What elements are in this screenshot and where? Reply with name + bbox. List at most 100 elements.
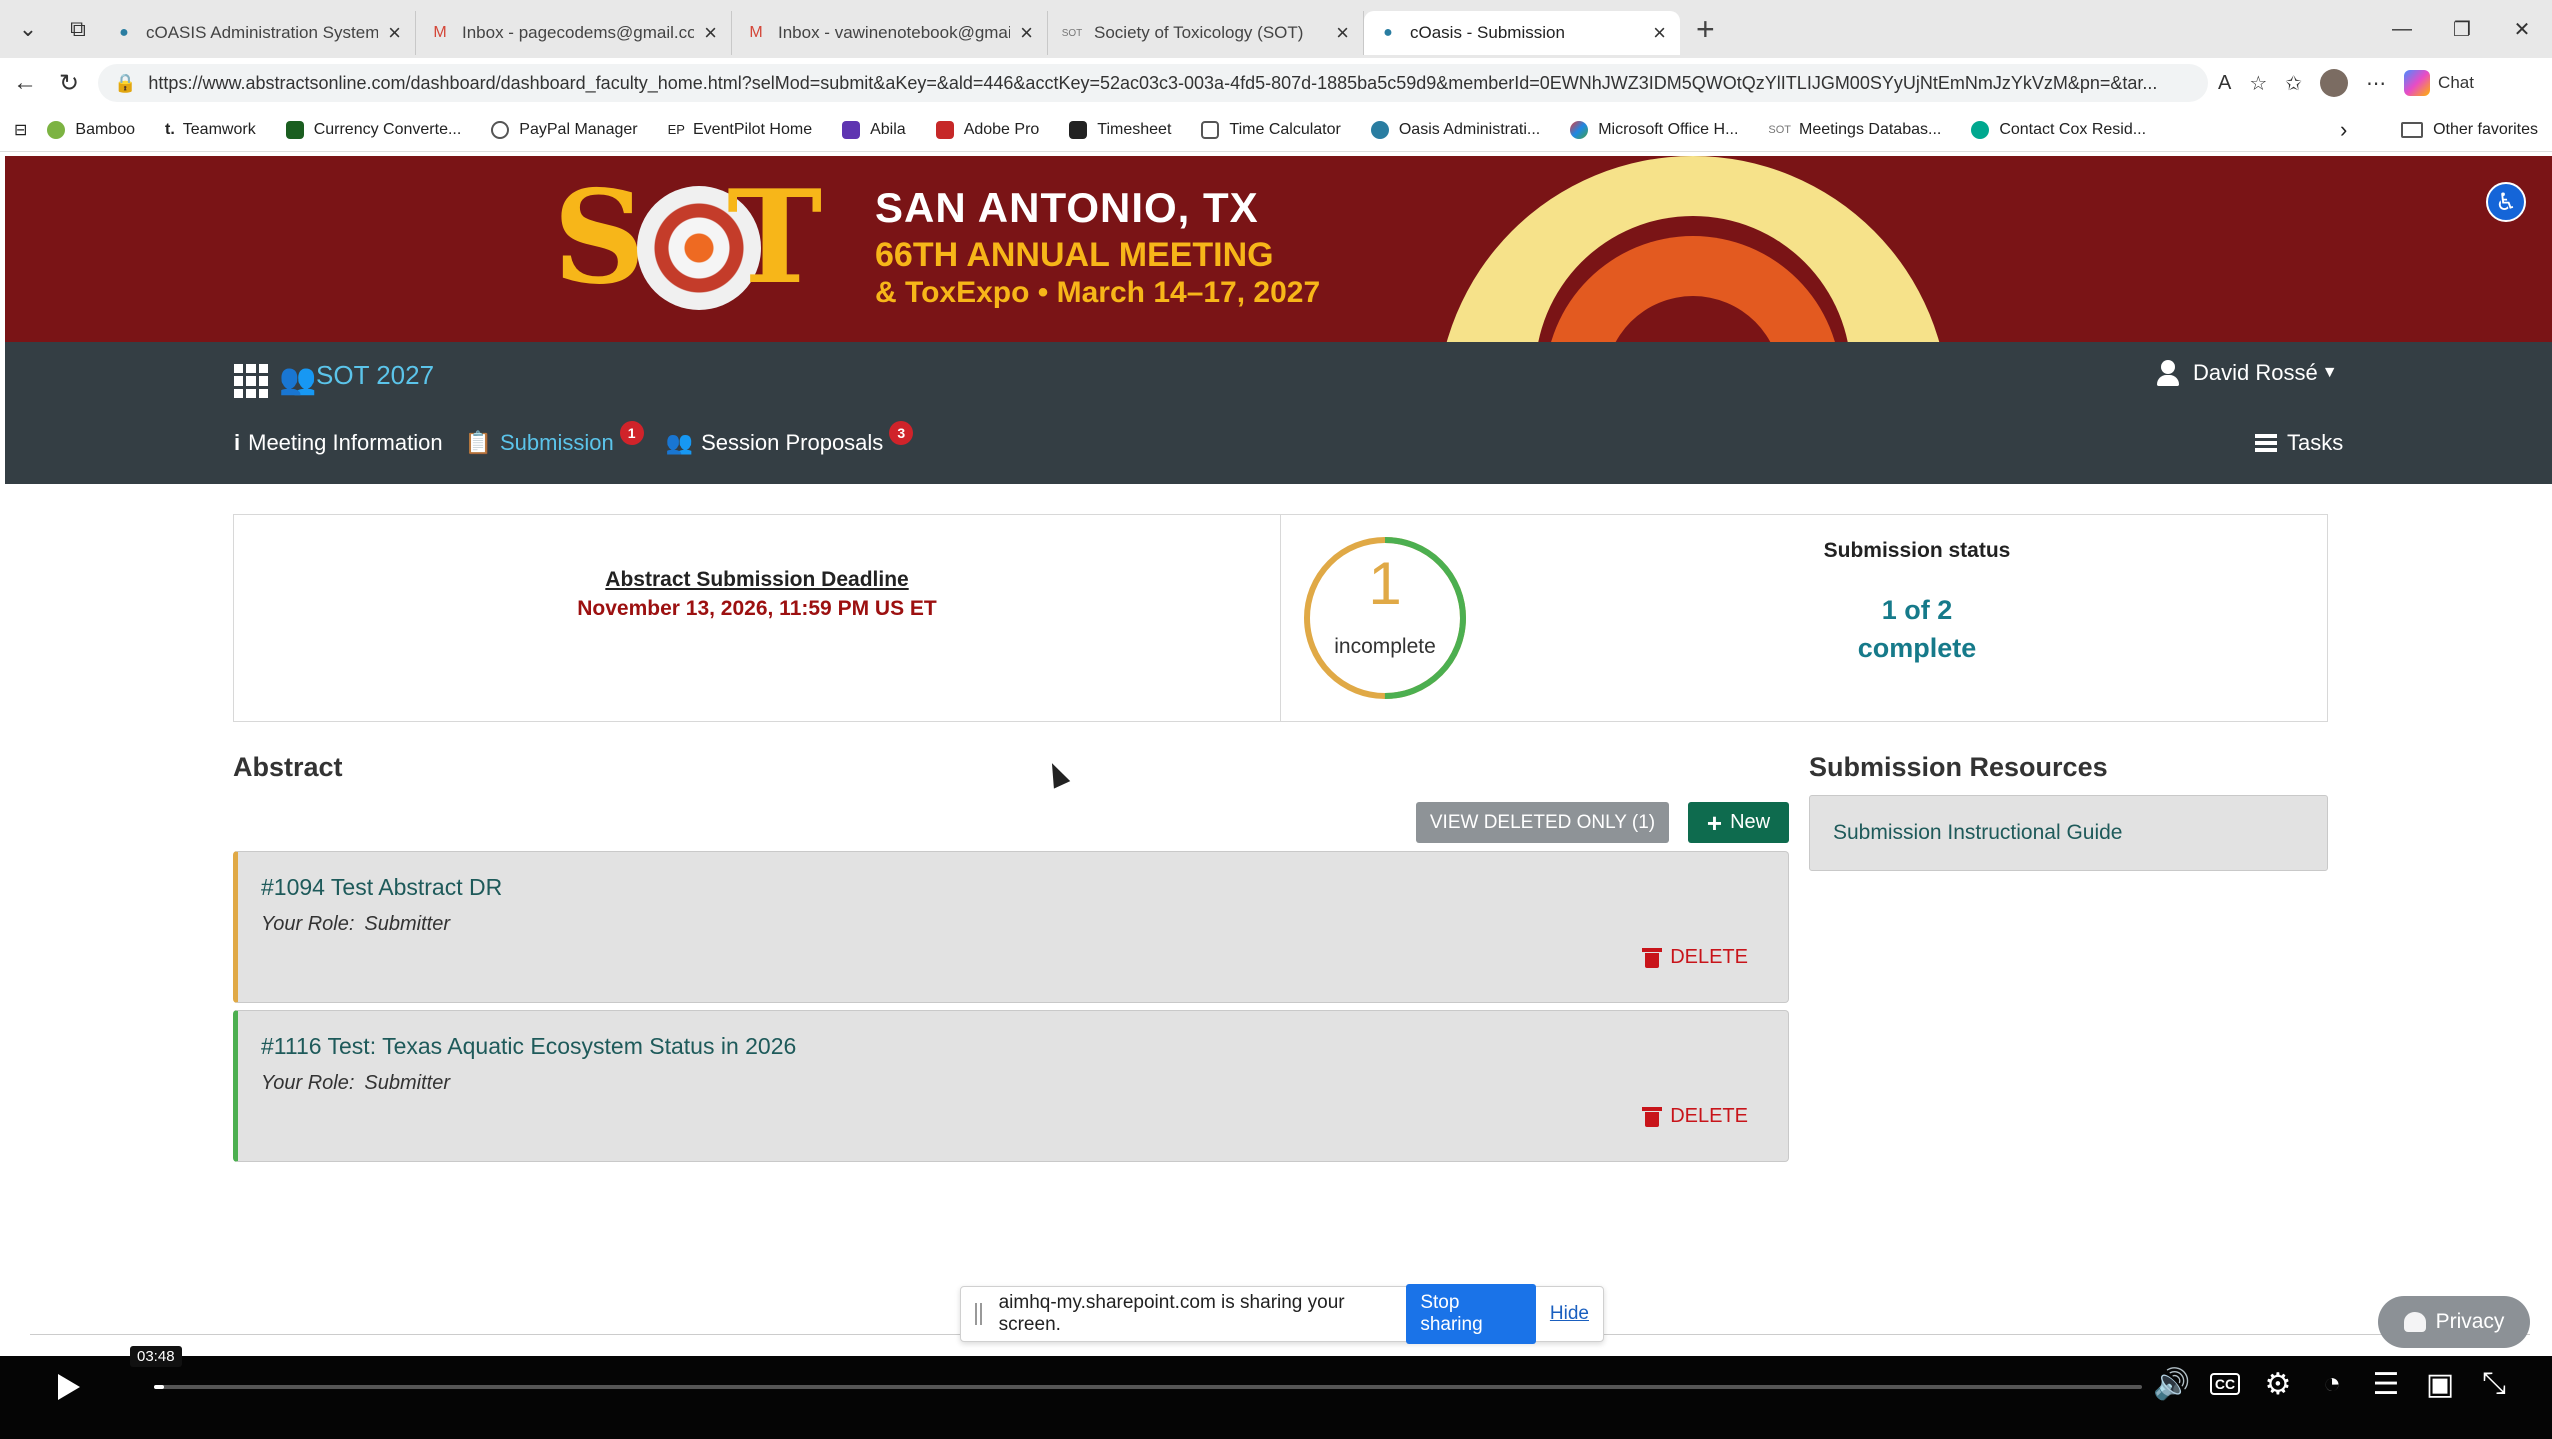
bookmarks-menu-icon[interactable]: ⊟ xyxy=(14,120,27,140)
privacy-button[interactable]: Privacy xyxy=(2378,1296,2530,1348)
back-arrow-icon[interactable]: ← xyxy=(6,69,44,97)
nav-submission[interactable]: 📋 Submission 1 xyxy=(464,421,644,456)
video-progress-bar[interactable] xyxy=(154,1385,2142,1389)
url-field[interactable]: 🔒 https://www.abstractsonline.com/dashbo… xyxy=(98,64,2208,102)
abstract-title-link[interactable]: #1116 Test: Texas Aquatic Ecosystem Stat… xyxy=(261,1033,796,1060)
deadline-date: November 13, 2026, 11:59 PM US ET xyxy=(577,597,937,620)
reload-icon[interactable]: ↻ xyxy=(50,69,88,98)
close-icon[interactable]: × xyxy=(704,20,717,46)
adobe-icon xyxy=(935,120,954,139)
coasis-icon: ● xyxy=(1383,24,1393,41)
coasis-icon: ● xyxy=(119,24,129,41)
play-icon[interactable] xyxy=(58,1374,80,1400)
settings-gear-icon[interactable]: ⚙ xyxy=(2262,1366,2294,1402)
site-info-icon[interactable]: 🔒 xyxy=(114,73,136,94)
abstract-role: Your Role: Submitter xyxy=(261,913,450,935)
drag-handle-icon[interactable] xyxy=(975,1303,983,1325)
browser-tab-coasis-admin[interactable]: ● cOASIS Administration System × xyxy=(100,11,416,55)
toolbar-icons: A ☆ ✩ ⋯ Chat xyxy=(2218,69,2474,97)
bookmark-meetings-database[interactable]: SOT Meetings Databas... xyxy=(1768,121,1941,139)
bookmark-bamboo[interactable]: Bamboo xyxy=(47,120,135,139)
window-controls: — ❐ ✕ xyxy=(2372,0,2552,58)
restore-icon[interactable]: ❐ xyxy=(2432,0,2492,58)
playback-speed-icon[interactable]: ◔ xyxy=(2316,1366,2348,1402)
calculator-icon xyxy=(1201,120,1220,139)
user-menu[interactable]: David Rossé ▼ xyxy=(2157,360,2338,386)
browser-tab-inbox-vawinenotebook[interactable]: M Inbox - vawinenotebook@gmail.co × xyxy=(732,11,1048,55)
read-aloud-icon[interactable]: A xyxy=(2218,72,2231,95)
close-icon[interactable]: × xyxy=(1020,20,1033,46)
bookmark-contact-cox[interactable]: Contact Cox Resid... xyxy=(1971,120,2146,139)
chevron-right-icon[interactable]: › xyxy=(2340,117,2347,143)
instructional-guide-link[interactable]: Submission Instructional Guide xyxy=(1833,821,2122,845)
workspaces-icon[interactable]: ⧉ xyxy=(56,7,100,51)
sot-icon: SOT xyxy=(1768,123,1792,136)
minimize-icon[interactable]: — xyxy=(2372,0,2432,58)
tab-title: Inbox - vawinenotebook@gmail.co xyxy=(778,23,1011,42)
bookmark-oasis-admin[interactable]: Oasis Administrati... xyxy=(1370,120,1540,139)
close-icon[interactable]: × xyxy=(388,20,401,46)
more-menu-icon[interactable]: ⋯ xyxy=(2366,71,2386,96)
bookmark-adobe-pro[interactable]: Adobe Pro xyxy=(935,120,1039,139)
clipboard-icon: 📋 xyxy=(464,430,492,455)
abstract-title-link[interactable]: #1094 Test Abstract DR xyxy=(261,874,502,901)
close-icon[interactable]: × xyxy=(1336,20,1349,46)
new-tab-plus-icon[interactable]: + xyxy=(1696,11,1715,48)
playlist-icon[interactable]: ☰ xyxy=(2370,1366,2402,1402)
favorite-star-icon[interactable]: ☆ xyxy=(2249,71,2267,96)
users-icon: 👥 xyxy=(279,363,317,396)
bookmark-currency-converter[interactable]: Currency Converte... xyxy=(285,120,461,139)
picture-in-picture-icon[interactable]: ▣ xyxy=(2424,1366,2456,1402)
close-icon[interactable]: × xyxy=(1653,20,1666,46)
bookmark-abila[interactable]: Abila xyxy=(842,120,906,139)
copilot-chat-button[interactable]: Chat xyxy=(2404,70,2474,96)
profile-avatar[interactable] xyxy=(2320,69,2349,97)
delete-abstract-button[interactable]: DELETE xyxy=(1642,946,1748,969)
bookmark-microsoft-office[interactable]: Microsoft Office H... xyxy=(1570,120,1738,139)
abstract-heading: Abstract xyxy=(233,752,343,782)
favorites-list-icon[interactable]: ✩ xyxy=(2285,71,2302,96)
module-tabs: i Meeting Information 📋 Submission 1 👥 S… xyxy=(234,421,935,456)
tab-title: cOASIS Administration System xyxy=(146,23,379,42)
app-navigation: 👥 SOT 2027 David Rossé ▼ i Meeting Infor… xyxy=(5,342,2552,484)
bookmark-paypal-manager[interactable]: PayPal Manager xyxy=(491,120,638,139)
screen-share-bar: aimhq-my.sharepoint.com is sharing your … xyxy=(960,1284,1604,1344)
apps-grid-icon[interactable] xyxy=(234,364,268,398)
chat-label: Chat xyxy=(2438,73,2474,92)
bookmark-timesheet[interactable]: Timesheet xyxy=(1069,120,1171,139)
gmail-icon: M xyxy=(749,24,763,41)
tasks-link[interactable]: Tasks xyxy=(2255,430,2343,456)
captions-icon[interactable]: CC xyxy=(2210,1373,2240,1395)
meeting-title-link[interactable]: SOT 2027 xyxy=(316,360,434,391)
browser-tab-sot[interactable]: SOT Society of Toxicology (SOT) × xyxy=(1048,11,1364,55)
volume-icon[interactable]: 🔊 xyxy=(2153,1366,2190,1402)
privacy-icon xyxy=(2403,1312,2426,1332)
incomplete-label: incomplete xyxy=(1334,635,1436,658)
mouse-cursor-icon xyxy=(1043,759,1071,789)
browser-tab-coasis-submission[interactable]: ● cOasis - Submission × xyxy=(1364,11,1680,55)
nav-session-proposals[interactable]: 👥 Session Proposals 3 xyxy=(666,421,914,456)
cox-icon xyxy=(1971,120,1990,139)
hide-share-bar-link[interactable]: Hide xyxy=(1550,1303,1589,1325)
trash-icon xyxy=(1642,947,1663,968)
nav-meeting-information[interactable]: i Meeting Information xyxy=(234,430,443,456)
bookmark-teamwork[interactable]: t. Teamwork xyxy=(165,121,256,139)
browser-tab-inbox-pagecodems[interactable]: M Inbox - pagecodems@gmail.com × xyxy=(416,11,732,55)
accessibility-icon[interactable]: ♿ xyxy=(2486,182,2526,222)
stop-sharing-button[interactable]: Stop sharing xyxy=(1406,1284,1536,1344)
deadline-title: Abstract Submission Deadline xyxy=(605,568,909,591)
new-abstract-button[interactable]: + New xyxy=(1688,802,1789,843)
caret-down-icon: ▼ xyxy=(2321,364,2338,381)
folder-icon xyxy=(2401,121,2424,138)
bookmark-eventpilot-home[interactable]: EP EventPilot Home xyxy=(668,121,813,139)
exit-fullscreen-icon[interactable]: ⤡ xyxy=(2478,1366,2510,1402)
view-deleted-button[interactable]: VIEW DELETED ONLY (1) xyxy=(1416,802,1669,843)
bookmark-other-favorites[interactable]: Other favorites xyxy=(2401,121,2538,139)
meeting-banner: S T SAN ANTONIO, TX 66TH ANNUAL MEETING … xyxy=(5,156,2552,342)
banner-dates: & ToxExpo • March 14–17, 2027 xyxy=(875,276,1321,309)
bookmark-time-calculator[interactable]: Time Calculator xyxy=(1201,120,1341,139)
window-close-icon[interactable]: ✕ xyxy=(2492,0,2552,58)
delete-abstract-button[interactable]: DELETE xyxy=(1642,1105,1748,1128)
tab-actions-chevron-icon[interactable]: ⌄ xyxy=(6,7,50,51)
address-bar-row: ← ↻ 🔒 https://www.abstractsonline.com/da… xyxy=(0,58,2552,108)
